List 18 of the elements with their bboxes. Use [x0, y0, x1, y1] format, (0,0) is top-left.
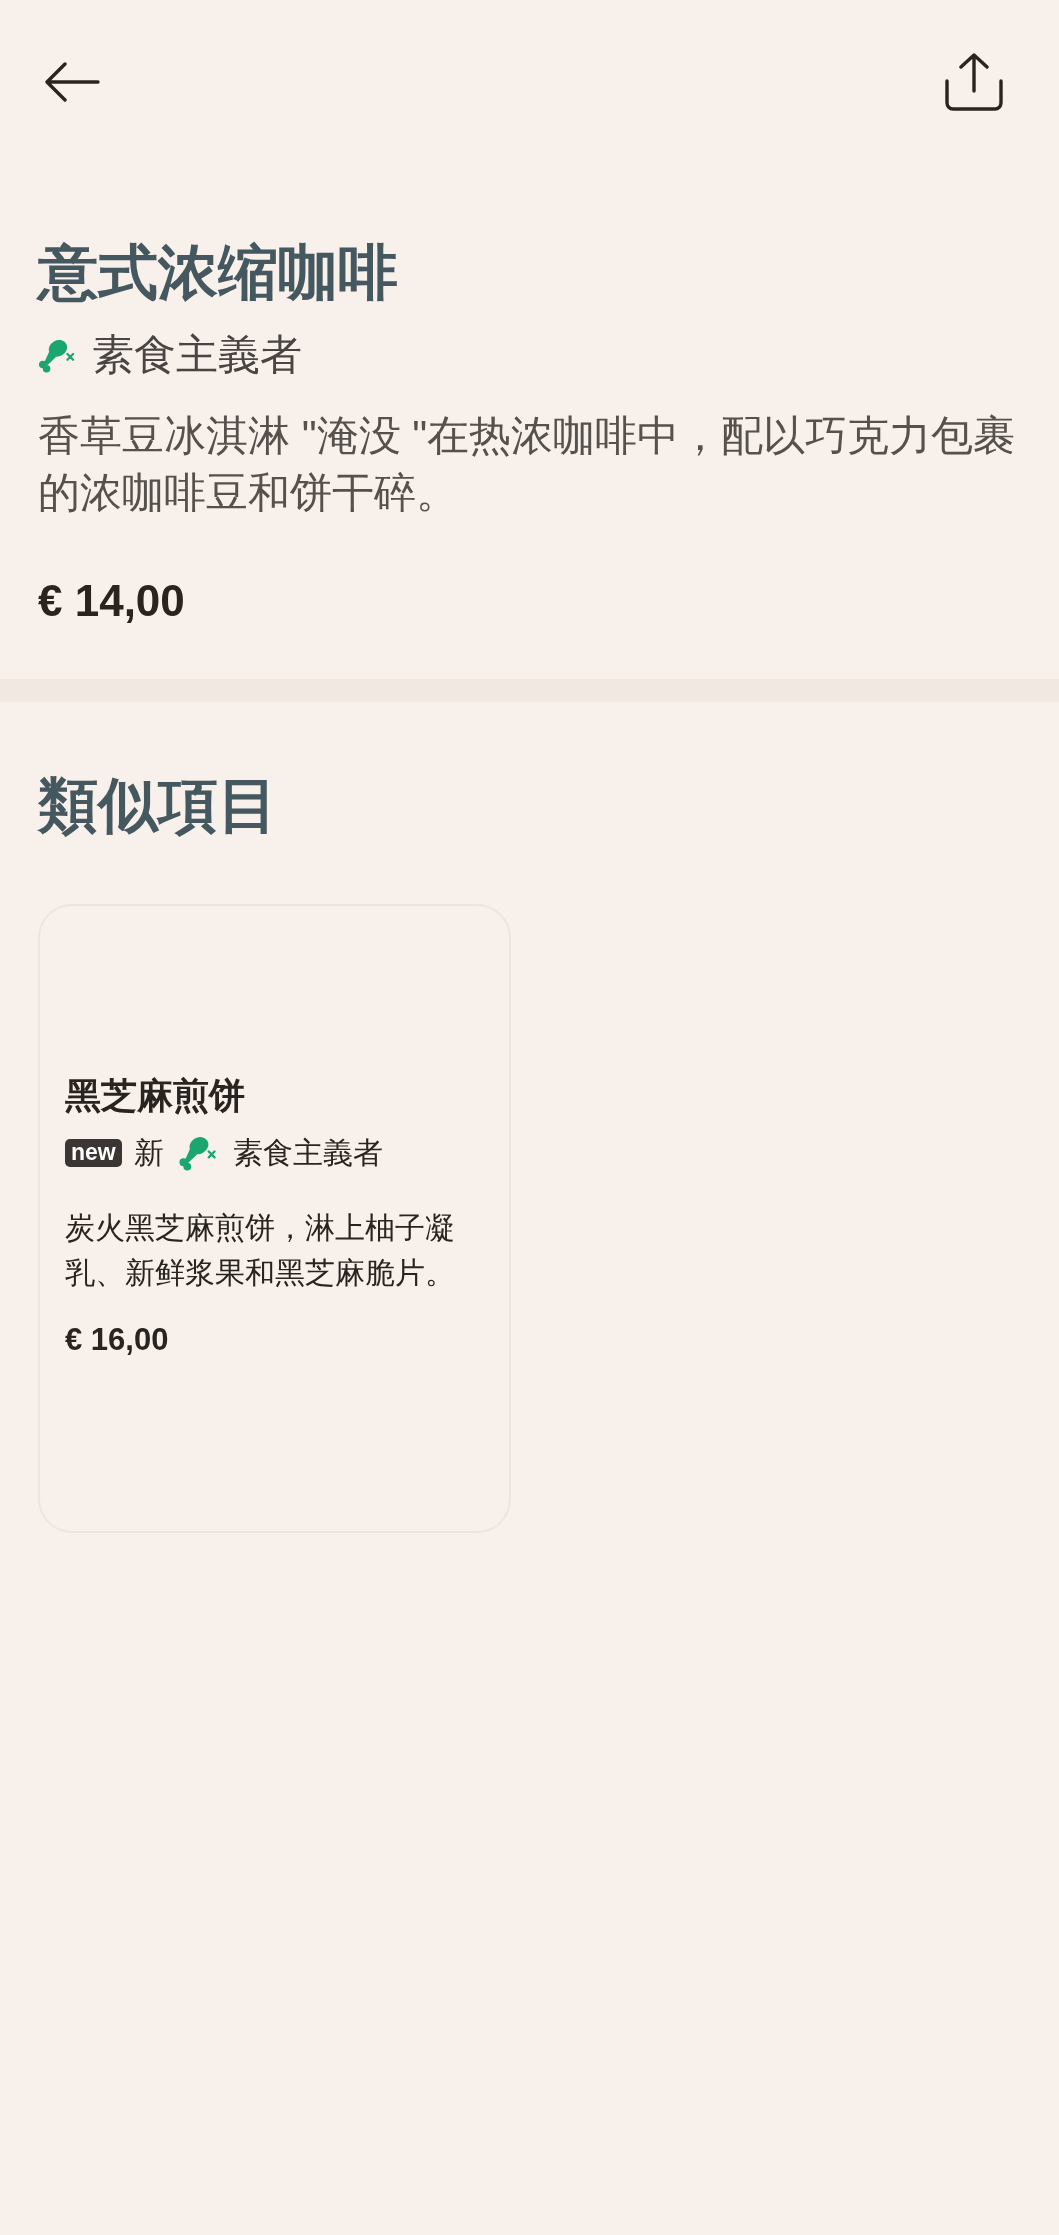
- new-badge: new: [65, 1138, 122, 1167]
- item-description: 香草豆冰淇淋 "淹没 "在热浓咖啡中，配以巧克力包裹的浓咖啡豆和饼干碎。: [38, 411, 1017, 518]
- card-description: 炭火黑芝麻煎饼，淋上柚子凝乳、新鲜浆果和黑芝麻脆片。: [65, 1210, 456, 1291]
- item-price: € 14,00: [38, 576, 186, 626]
- card-price: € 16,00: [65, 1321, 170, 1358]
- share-icon: [945, 53, 1003, 111]
- share-button[interactable]: [945, 53, 1003, 111]
- crossed-drumstick-icon: [38, 337, 76, 373]
- crossed-drumstick-icon: [177, 1134, 218, 1171]
- section-title: 類似項目: [38, 771, 279, 841]
- arrow-left-icon: [44, 62, 100, 102]
- diet-label: 素食主義者: [92, 331, 302, 379]
- card-title: 黑芝麻煎饼: [65, 1075, 246, 1116]
- product-card[interactable]: 黑芝麻煎饼 new 新 素食主義者 炭火黑芝麻煎饼，淋上柚子凝乳、新鲜浆果和黑芝麻脆片。 € 16,00: [38, 904, 511, 1533]
- diet-label: 素食主義者: [232, 1135, 383, 1171]
- back-button[interactable]: [44, 62, 100, 102]
- item-title: 意式浓缩咖啡: [38, 238, 399, 308]
- new-label: 新: [133, 1135, 164, 1171]
